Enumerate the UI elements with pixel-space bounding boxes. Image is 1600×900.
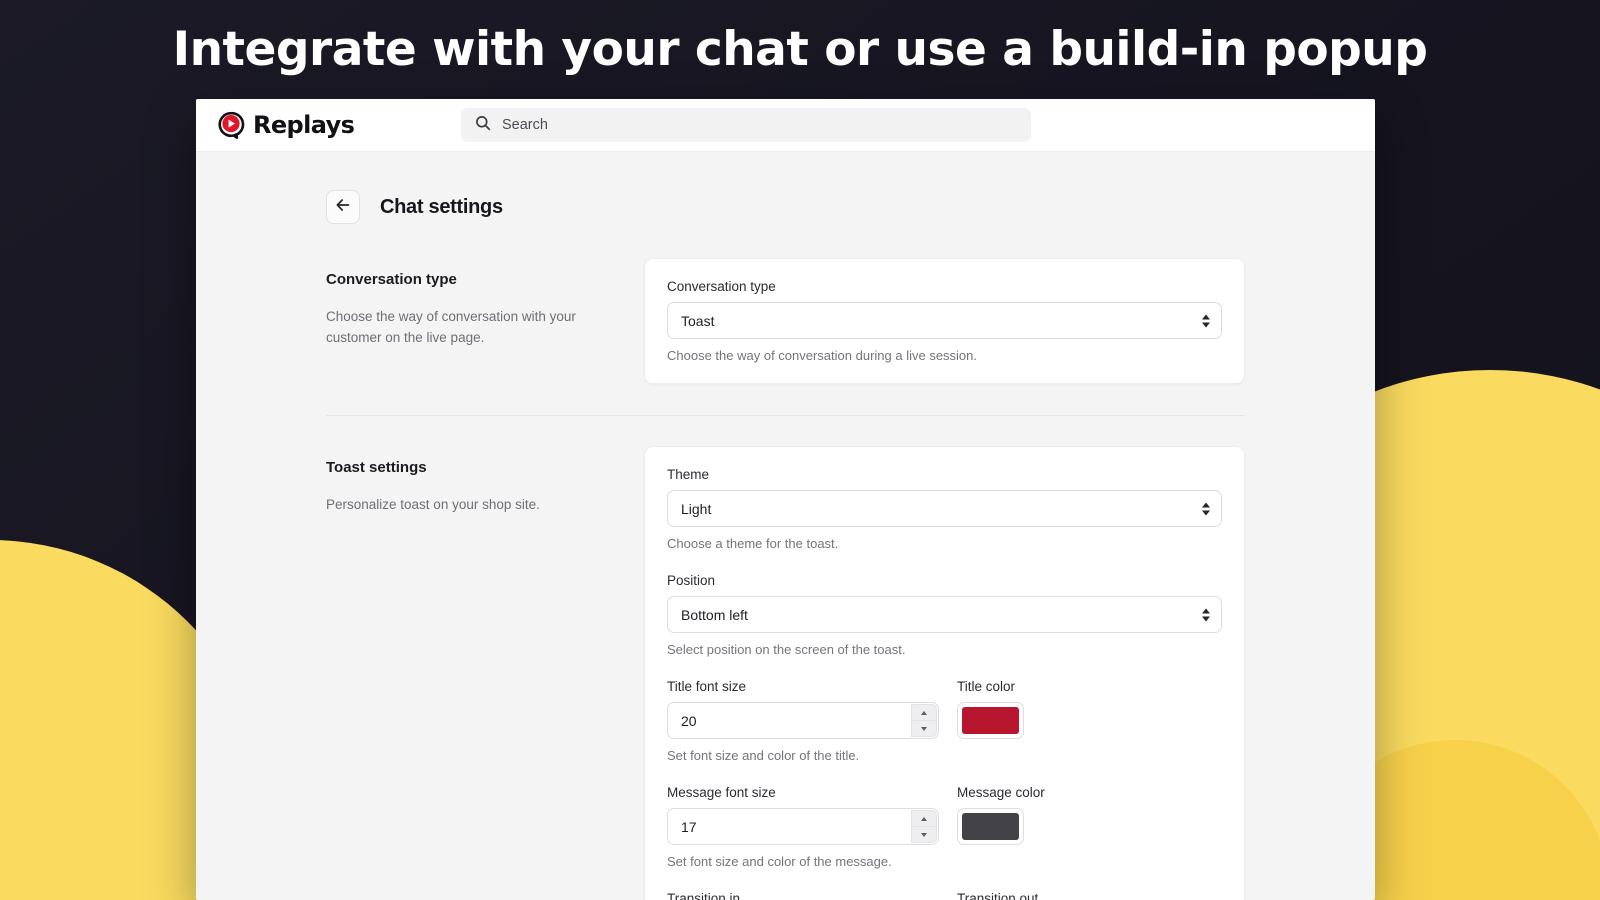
conversation-type-select[interactable]: Toast: [667, 302, 1222, 339]
field-help: Set font size and color of the title.: [667, 748, 860, 763]
chevron-updown-icon: [1202, 608, 1210, 621]
search-input[interactable]: Search: [461, 108, 1031, 142]
field-label: Transition in: [667, 891, 741, 900]
search-placeholder: Search: [502, 117, 548, 133]
title-color-picker[interactable]: [957, 702, 1024, 739]
stepper-increment-button[interactable]: [911, 704, 937, 720]
field-theme: Theme Light Choose a theme for the toast…: [667, 467, 1222, 551]
arrow-left-icon: [335, 197, 351, 218]
select-value: Light: [681, 500, 712, 517]
play-circle-chat-icon: [216, 110, 246, 140]
chevron-updown-icon: [1202, 314, 1210, 327]
field-message-style: Message font size 17 Message color Set f…: [667, 785, 1222, 869]
section-conversation-type: Conversation type Choose the way of conv…: [196, 258, 1375, 384]
back-button[interactable]: [326, 190, 360, 224]
transition-out-group: Transition out Flip out x Choose a hidin…: [957, 891, 1222, 900]
section-toast-settings-info: Toast settings Personalize toast on your…: [326, 446, 644, 900]
message-color-group: Message color: [957, 785, 1222, 845]
section-toast-settings: Toast settings Personalize toast on your…: [196, 446, 1375, 900]
page-title: Chat settings: [380, 195, 503, 218]
quantity-stepper: [911, 810, 937, 843]
brand-name: Replays: [253, 111, 355, 139]
title-font-size-input[interactable]: 20: [667, 702, 939, 739]
section-description: Personalize toast on your shop site.: [326, 497, 540, 512]
field-label: Transition out: [957, 891, 1039, 900]
field-title-style: Title font size 20 Title color Set font …: [667, 679, 1222, 763]
stepper-decrement-button[interactable]: [911, 720, 937, 737]
field-label: Title color: [957, 679, 1016, 694]
brand-logo[interactable]: Replays: [216, 110, 461, 140]
chevron-updown-icon: [1202, 502, 1210, 515]
title-style-row: Title font size 20 Title color: [667, 679, 1222, 739]
field-conversation-type: Conversation type Toast Choose the way o…: [667, 279, 1222, 363]
app-topbar: Replays Search: [196, 99, 1375, 152]
section-divider: [326, 415, 1245, 416]
select-value: Bottom left: [681, 606, 748, 623]
field-label: Message color: [957, 785, 1045, 800]
message-font-size-group: Message font size 17: [667, 785, 939, 845]
message-font-size-input[interactable]: 17: [667, 808, 939, 845]
app-window: Replays Search Chat settings Conversatio…: [196, 99, 1375, 900]
field-transitions: Transition in Flip in x Choose an appear…: [667, 891, 1222, 900]
page-headline: Integrate with your chat or use a build-…: [172, 22, 1428, 77]
section-description: Choose the way of conversation with your…: [326, 309, 576, 345]
section-toast-settings-fields: Theme Light Choose a theme for the toast…: [644, 446, 1245, 900]
page-header: Chat settings: [196, 190, 1375, 224]
position-select[interactable]: Bottom left: [667, 596, 1222, 633]
input-value: 17: [681, 818, 697, 835]
message-color-picker[interactable]: [957, 808, 1024, 845]
field-help: Choose a theme for the toast.: [667, 536, 839, 551]
input-value: 20: [681, 712, 697, 729]
field-label: Title font size: [667, 679, 747, 694]
field-help: Select position on the screen of the toa…: [667, 642, 906, 657]
field-label: Theme: [667, 467, 710, 482]
color-swatch: [962, 813, 1019, 840]
title-font-size-group: Title font size 20: [667, 679, 939, 739]
message-style-row: Message font size 17 Message color: [667, 785, 1222, 845]
field-label: Conversation type: [667, 279, 776, 294]
transition-row: Transition in Flip in x Choose an appear…: [667, 891, 1222, 900]
field-label: Position: [667, 573, 716, 588]
field-position: Position Bottom left Select position on …: [667, 573, 1222, 657]
section-title: Toast settings: [326, 459, 427, 476]
color-swatch: [962, 707, 1019, 734]
transition-in-group: Transition in Flip in x Choose an appear…: [667, 891, 939, 900]
title-color-group: Title color: [957, 679, 1222, 739]
theme-select[interactable]: Light: [667, 490, 1222, 527]
quantity-stepper: [911, 704, 937, 737]
stepper-increment-button[interactable]: [911, 810, 937, 826]
card: Conversation type Toast Choose the way o…: [644, 258, 1245, 384]
field-help: Choose the way of conversation during a …: [667, 348, 978, 363]
section-title: Conversation type: [326, 271, 457, 288]
section-conversation-type-fields: Conversation type Toast Choose the way o…: [644, 258, 1245, 384]
card: Theme Light Choose a theme for the toast…: [644, 446, 1245, 900]
search-icon: [475, 115, 491, 136]
stepper-decrement-button[interactable]: [911, 826, 937, 843]
field-label: Message font size: [667, 785, 776, 800]
field-help: Set font size and color of the message.: [667, 854, 892, 869]
select-value: Toast: [681, 312, 715, 329]
section-conversation-type-info: Conversation type Choose the way of conv…: [326, 258, 644, 384]
app-content: Chat settings Conversation type Choose t…: [196, 152, 1375, 900]
